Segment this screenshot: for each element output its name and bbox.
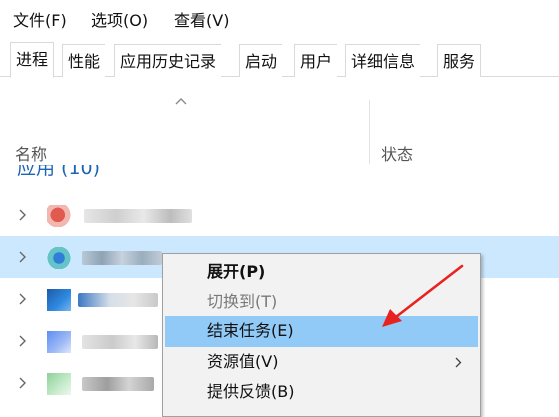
app-icon-red (47, 205, 71, 227)
tab-services[interactable]: 服务 (437, 44, 482, 77)
app-icon-darkblue (47, 289, 71, 311)
menu-item-label: 资源值(V) (207, 352, 279, 371)
tab-performance[interactable]: 性能 (62, 44, 106, 77)
menu-item-label: 展开(P) (207, 262, 266, 281)
annotation-arrow-icon (382, 264, 464, 327)
group-header-apps[interactable]: 应用 (10) (17, 165, 100, 179)
app-icon-lightblue (47, 331, 71, 353)
tab-strip: 进程 性能 应用历史记录 启动 用户 详细信息 服务 (0, 40, 559, 78)
blurred-process-name (78, 293, 158, 307)
chevron-right-icon[interactable] (18, 292, 28, 306)
menu-item-label: 提供反馈(B) (207, 382, 295, 401)
blurred-process-name (82, 377, 154, 391)
menu-view[interactable]: 查看(V) (174, 11, 229, 31)
group-header-clip: 应用 (10) (0, 165, 559, 179)
blurred-process-name (84, 209, 192, 223)
tab-startup[interactable]: 启动 (239, 44, 283, 77)
menu-item-label: 结束任务(E) (207, 321, 294, 340)
chevron-right-icon[interactable] (18, 376, 28, 390)
app-icon-green (47, 373, 71, 395)
submenu-arrow-icon (455, 357, 462, 368)
tab-app-history[interactable]: 应用历史记录 (114, 44, 222, 77)
chevron-right-icon[interactable] (18, 334, 28, 348)
sort-up-icon[interactable] (175, 97, 187, 105)
column-header (0, 78, 559, 164)
column-status-header[interactable]: 状态 (381, 141, 413, 165)
blurred-process-name (82, 251, 162, 265)
menu-item-feedback[interactable]: 提供反馈(B) (165, 377, 478, 408)
menu-item-resource-values[interactable]: 资源值(V) (165, 347, 478, 378)
menu-bar: 文件(F) 选项(O) 查看(V) (0, 0, 559, 40)
tab-processes[interactable]: 进程 (10, 42, 55, 78)
menu-item-label: 切换到(T) (207, 292, 278, 311)
column-separator[interactable] (369, 100, 370, 164)
app-icon-blue (47, 247, 71, 269)
process-row[interactable] (0, 194, 559, 236)
chevron-right-icon[interactable] (18, 208, 28, 222)
column-name-header[interactable]: 名称 (15, 141, 47, 165)
blurred-process-name (82, 335, 158, 349)
menu-file[interactable]: 文件(F) (13, 11, 67, 31)
tab-users[interactable]: 用户 (294, 44, 338, 77)
menu-options[interactable]: 选项(O) (91, 11, 148, 31)
tab-details[interactable]: 详细信息 (345, 44, 421, 77)
chevron-right-icon[interactable] (18, 250, 28, 264)
